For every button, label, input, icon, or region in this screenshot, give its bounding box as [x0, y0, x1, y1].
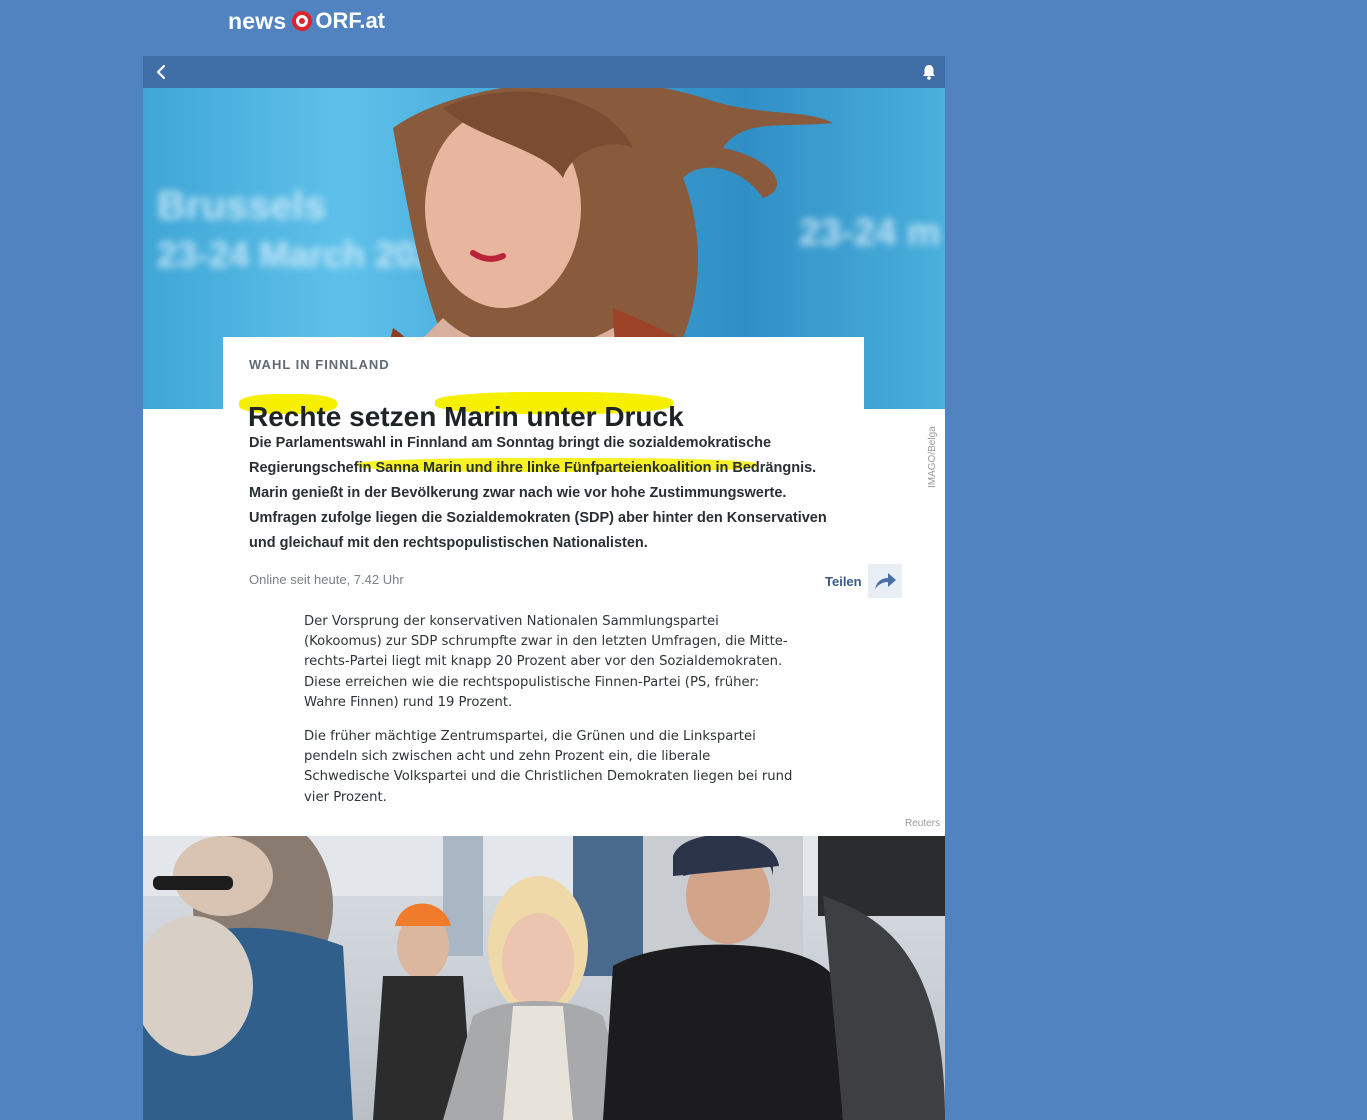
article-title: Rechte setzen Marin unter Druck: [248, 401, 684, 433]
article-body: Der Vorsprung der konservativen National…: [304, 612, 794, 822]
share-arrow-icon: [874, 573, 896, 589]
photo-credit: Reuters: [904, 818, 940, 829]
back-button[interactable]: [151, 62, 171, 82]
notification-button[interactable]: [921, 63, 937, 81]
body-paragraph: Der Vorsprung der konservativen National…: [304, 614, 788, 710]
orf-news-logo[interactable]: news ORF.at: [228, 4, 385, 38]
bell-icon: [923, 65, 935, 80]
article-kicker: Wahl in Finnland: [249, 357, 390, 372]
publish-timestamp: Online seit heute, 7.42 Uhr: [249, 572, 404, 587]
orf-ring-icon: [292, 11, 313, 31]
article-panel: Brussels 23-24 March 2023 23-24 m IMAGO/…: [143, 56, 945, 1120]
title-part-1: Rechte: [248, 400, 342, 432]
share-button[interactable]: Teilen: [825, 564, 902, 598]
chevron-left-icon: [156, 64, 166, 80]
share-icon-box: [867, 564, 902, 598]
article-lead: Die Parlamentswahl in Finnland am Sonnta…: [249, 431, 849, 556]
title-part-2: setzen: [341, 400, 445, 432]
title-part-3: Marin unter Druck: [444, 400, 684, 432]
crowd-photo: [143, 836, 945, 1120]
article-toolbar: [143, 56, 945, 88]
body-paragraph: Die früher mächtige Zentrumspartei, die …: [304, 729, 793, 805]
lead-part-2: Sanna Marin und ihre linke Fünfparteienk…: [375, 460, 792, 476]
share-label: Teilen: [825, 573, 862, 589]
logo-news-text: news: [228, 7, 287, 34]
hero-photo-credit: IMAGO/Belga: [927, 426, 938, 488]
article-photo: [143, 836, 945, 1120]
logo-orf-text: ORF.at: [315, 8, 386, 33]
